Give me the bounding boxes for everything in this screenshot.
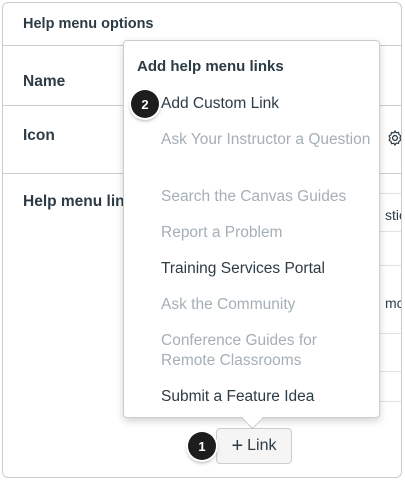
menu-item-submit-feature[interactable]: Submit a Feature Idea xyxy=(161,387,371,407)
clipped-list-text: stio xyxy=(385,207,401,223)
plus-icon: + xyxy=(231,435,244,457)
add-help-links-menu: Add help menu links Add Custom Link Ask … xyxy=(123,40,380,418)
add-link-label: Link xyxy=(247,437,277,454)
menu-item-report-problem[interactable]: Report a Problem xyxy=(161,223,371,243)
menu-item-add-custom-link[interactable]: Add Custom Link xyxy=(161,94,371,114)
icon-label: Icon xyxy=(23,127,55,144)
callout-badge-2: 2 xyxy=(131,90,159,118)
menu-item-search-guides[interactable]: Search the Canvas Guides xyxy=(161,187,371,207)
menu-item-conference-guides[interactable]: Conference Guides for Remote Classrooms xyxy=(161,331,371,371)
add-link-button[interactable]: + Link xyxy=(216,428,292,464)
menu-heading: Add help menu links xyxy=(137,58,284,75)
gear-icon[interactable] xyxy=(386,129,402,147)
help-menu-links-label: Help menu lin xyxy=(23,193,125,210)
menu-item-training-portal[interactable]: Training Services Portal xyxy=(161,259,371,279)
menu-item-ask-instructor[interactable]: Ask Your Instructor a Question xyxy=(161,130,371,150)
menu-item-ask-community[interactable]: Ask the Community xyxy=(161,295,371,315)
section-title: Help menu options xyxy=(23,16,154,32)
clipped-list-text: mc xyxy=(385,295,402,311)
callout-badge-1: 1 xyxy=(188,432,216,460)
name-label: Name xyxy=(23,73,66,90)
